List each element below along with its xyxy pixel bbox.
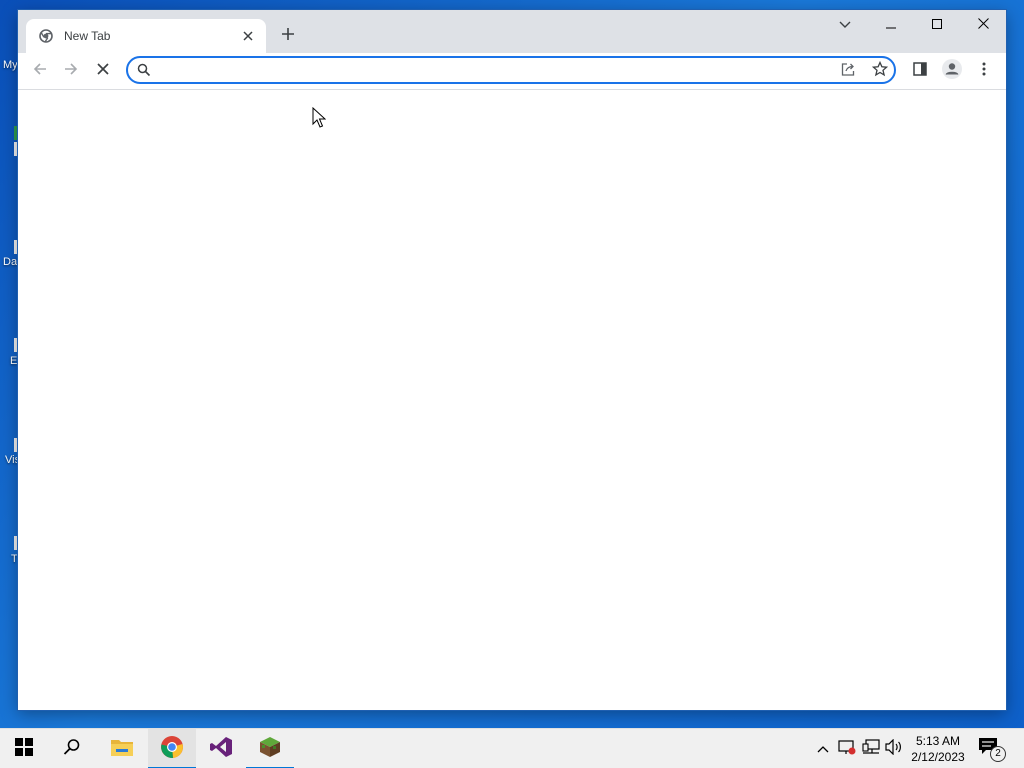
menu-button[interactable] [970, 57, 998, 85]
start-icon [15, 737, 33, 761]
clock-date: 2/12/2023 [911, 750, 965, 764]
share-button[interactable] [836, 59, 860, 83]
close-icon [977, 16, 989, 34]
desktop-icon-green[interactable] [0, 120, 18, 160]
volume-icon [885, 738, 903, 760]
title-bar[interactable]: New Tab [18, 10, 1006, 53]
network-icon [862, 738, 880, 760]
desktop-icon-vis[interactable]: Vis [0, 434, 18, 474]
taskbar: 5:13 AM 2/12/2023 2 [0, 728, 1024, 768]
profile-icon [942, 58, 962, 84]
desktop-icon-label: Vis [5, 454, 18, 466]
minecraft-button[interactable] [246, 729, 294, 768]
chrome-icon [38, 28, 54, 44]
tab-title: New Tab [64, 29, 111, 43]
profile-button[interactable] [938, 57, 966, 85]
share-icon [840, 61, 856, 82]
desktop-icon-e[interactable]: E [0, 336, 18, 376]
file-explorer-icon [110, 737, 134, 762]
action-center-button[interactable]: 2 [978, 737, 1006, 762]
back-arrow-icon [32, 61, 48, 82]
close-tab-icon[interactable] [240, 28, 256, 44]
minimize-icon [886, 16, 896, 34]
stop-button[interactable] [89, 57, 117, 85]
chrome-taskbar-button[interactable] [148, 729, 196, 768]
back-button[interactable] [26, 57, 54, 85]
plus-icon [281, 27, 295, 46]
forward-arrow-icon [63, 61, 79, 82]
page-content[interactable] [18, 90, 1006, 710]
omnibox[interactable] [126, 56, 896, 84]
search-icon [137, 63, 151, 77]
desktop-icon-my[interactable]: My [0, 56, 18, 76]
volume-tray-button[interactable] [884, 738, 904, 760]
desktop-icon-t[interactable]: T [0, 534, 18, 574]
side-panel-icon [913, 61, 927, 81]
chevron-down-icon [839, 16, 851, 34]
visual-studio-icon [209, 735, 233, 764]
security-tray-button[interactable] [837, 739, 857, 759]
taskbar-clock[interactable]: 5:13 AM 2/12/2023 [906, 733, 970, 765]
desktop-icon-da[interactable]: Da [0, 236, 18, 276]
search-icon [63, 738, 81, 761]
minecraft-icon [258, 735, 282, 764]
minimize-button[interactable] [868, 10, 914, 40]
stop-loading-icon [96, 62, 110, 81]
desktop-icon-label: T [11, 553, 18, 565]
file-explorer-button[interactable] [98, 729, 146, 768]
search-button[interactable] [48, 729, 96, 768]
new-tab-button[interactable] [276, 24, 300, 48]
maximize-icon [932, 16, 942, 34]
security-icon [838, 739, 856, 760]
desktop-icon-label: Da [3, 256, 18, 268]
address-input[interactable] [160, 60, 824, 82]
tab-search-button[interactable] [822, 10, 868, 40]
visual-studio-button[interactable] [197, 729, 245, 768]
clock-time: 5:13 AM [915, 734, 961, 748]
kebab-menu-icon [982, 62, 986, 81]
desktop-icon-label: E [10, 355, 18, 367]
browser-window: New Tab [18, 10, 1006, 710]
bookmark-button[interactable] [868, 59, 892, 83]
tab-new-tab[interactable]: New Tab [26, 19, 266, 53]
close-window-button[interactable] [960, 10, 1006, 40]
browser-toolbar [18, 53, 1006, 90]
maximize-button[interactable] [914, 10, 960, 40]
chevron-up-icon [817, 740, 829, 758]
forward-button[interactable] [57, 57, 85, 85]
start-button[interactable] [0, 729, 48, 768]
chrome-icon [160, 735, 184, 764]
network-tray-button[interactable] [861, 738, 881, 760]
star-icon [871, 60, 889, 82]
notification-count-badge: 2 [990, 746, 1006, 762]
show-hidden-icons-button[interactable] [813, 739, 833, 759]
desktop-icon-label: My [3, 59, 18, 71]
mouse-cursor-icon [312, 106, 327, 129]
side-panel-button[interactable] [906, 57, 934, 85]
